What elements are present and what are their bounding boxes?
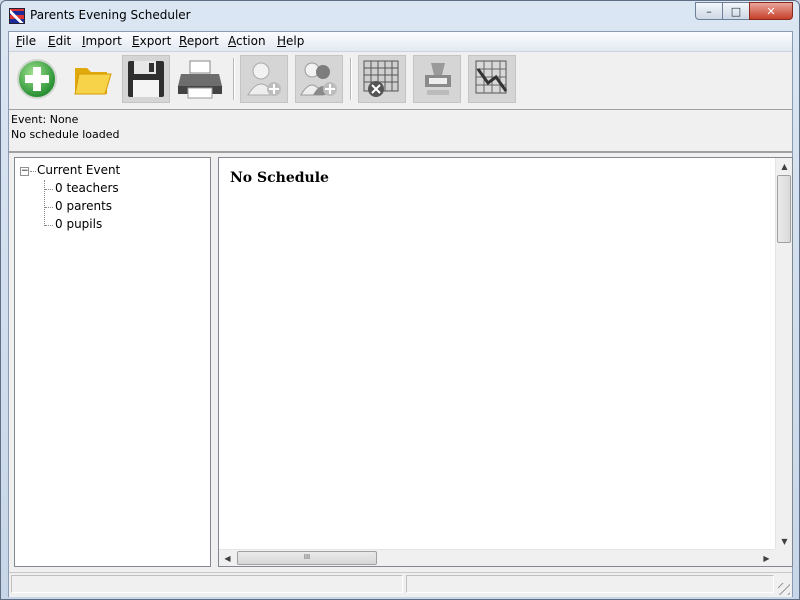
collapse-toggle[interactable]: − (20, 167, 29, 176)
status-pane-left (11, 575, 403, 593)
title-bar[interactable]: Parents Evening Scheduler – □ ✕ (1, 1, 799, 31)
status-pane-right (406, 575, 774, 593)
event-info-panel: Event: None No schedule loaded (9, 109, 792, 153)
tree-node-parents[interactable]: 0 parents (55, 199, 112, 213)
client-area: File Edit Import Export Report Action He… (8, 31, 793, 597)
stamp-icon (425, 63, 451, 95)
tree-connector (45, 225, 53, 226)
clear-schedule-button[interactable] (358, 55, 406, 103)
scroll-corner (775, 549, 792, 566)
maximize-button[interactable]: □ (722, 2, 750, 20)
tree-connector (30, 171, 36, 172)
menu-action[interactable]: Action (228, 34, 266, 48)
horizontal-scrollbar[interactable]: ◀ III ▶ (219, 549, 775, 566)
menu-export[interactable]: Export (132, 34, 171, 48)
chart-button[interactable] (468, 55, 516, 103)
tree-node-current-event[interactable]: Current Event (37, 163, 120, 177)
vertical-scroll-thumb[interactable] (777, 175, 791, 243)
save-button[interactable] (122, 55, 170, 103)
printer-icon (178, 60, 222, 99)
toolbar-separator (233, 58, 235, 100)
menu-report[interactable]: Report (179, 34, 219, 48)
toolbar (9, 52, 792, 108)
tree-connector (44, 180, 45, 226)
scroll-right-arrow-icon[interactable]: ▶ (758, 550, 775, 567)
new-event-button[interactable] (13, 55, 61, 103)
add-teacher-icon (247, 62, 281, 96)
minimize-button[interactable]: – (695, 2, 723, 20)
add-parents-icon (300, 62, 337, 96)
add-teacher-button[interactable] (240, 55, 288, 103)
app-window: Parents Evening Scheduler – □ ✕ File Edi… (0, 0, 800, 600)
scroll-up-arrow-icon[interactable]: ▲ (776, 158, 793, 175)
schedule-title: No Schedule (230, 170, 329, 186)
event-tree[interactable]: − Current Event 0 teachers 0 parents 0 p… (14, 157, 211, 567)
menu-bar: File Edit Import Export Report Action He… (9, 32, 792, 52)
menu-import[interactable]: Import (82, 34, 122, 48)
tree-node-pupils[interactable]: 0 pupils (55, 217, 102, 231)
tree-connector (45, 207, 53, 208)
tree-node-teachers[interactable]: 0 teachers (55, 181, 119, 195)
menu-help[interactable]: Help (277, 34, 304, 48)
scroll-down-arrow-icon[interactable]: ▼ (776, 533, 793, 550)
open-folder-icon (74, 68, 112, 95)
resize-grip-icon[interactable] (778, 583, 790, 595)
horizontal-scroll-thumb[interactable]: III (237, 551, 377, 565)
scroll-left-arrow-icon[interactable]: ◀ (219, 550, 236, 567)
tree-connector (45, 189, 53, 190)
print-button[interactable] (177, 55, 225, 103)
schedule-status-label: No schedule loaded (11, 128, 120, 141)
menu-file[interactable]: File (16, 34, 36, 48)
stamp-button[interactable] (413, 55, 461, 103)
toolbar-separator (350, 58, 352, 100)
chart-icon (475, 60, 508, 94)
close-button[interactable]: ✕ (749, 2, 793, 20)
open-button[interactable] (68, 55, 116, 103)
vertical-scrollbar[interactable]: ▲ ▼ (775, 158, 792, 550)
clear-schedule-icon (363, 60, 399, 97)
schedule-view: No Schedule ▲ ▼ ◀ III ▶ (218, 157, 793, 567)
add-icon (17, 59, 57, 99)
add-parents-button[interactable] (295, 55, 343, 103)
status-bar (9, 572, 792, 597)
window-title: Parents Evening Scheduler (30, 8, 191, 22)
app-icon (9, 8, 25, 24)
event-label: Event: None (11, 113, 79, 126)
save-disk-icon (128, 61, 164, 97)
menu-edit[interactable]: Edit (48, 34, 71, 48)
